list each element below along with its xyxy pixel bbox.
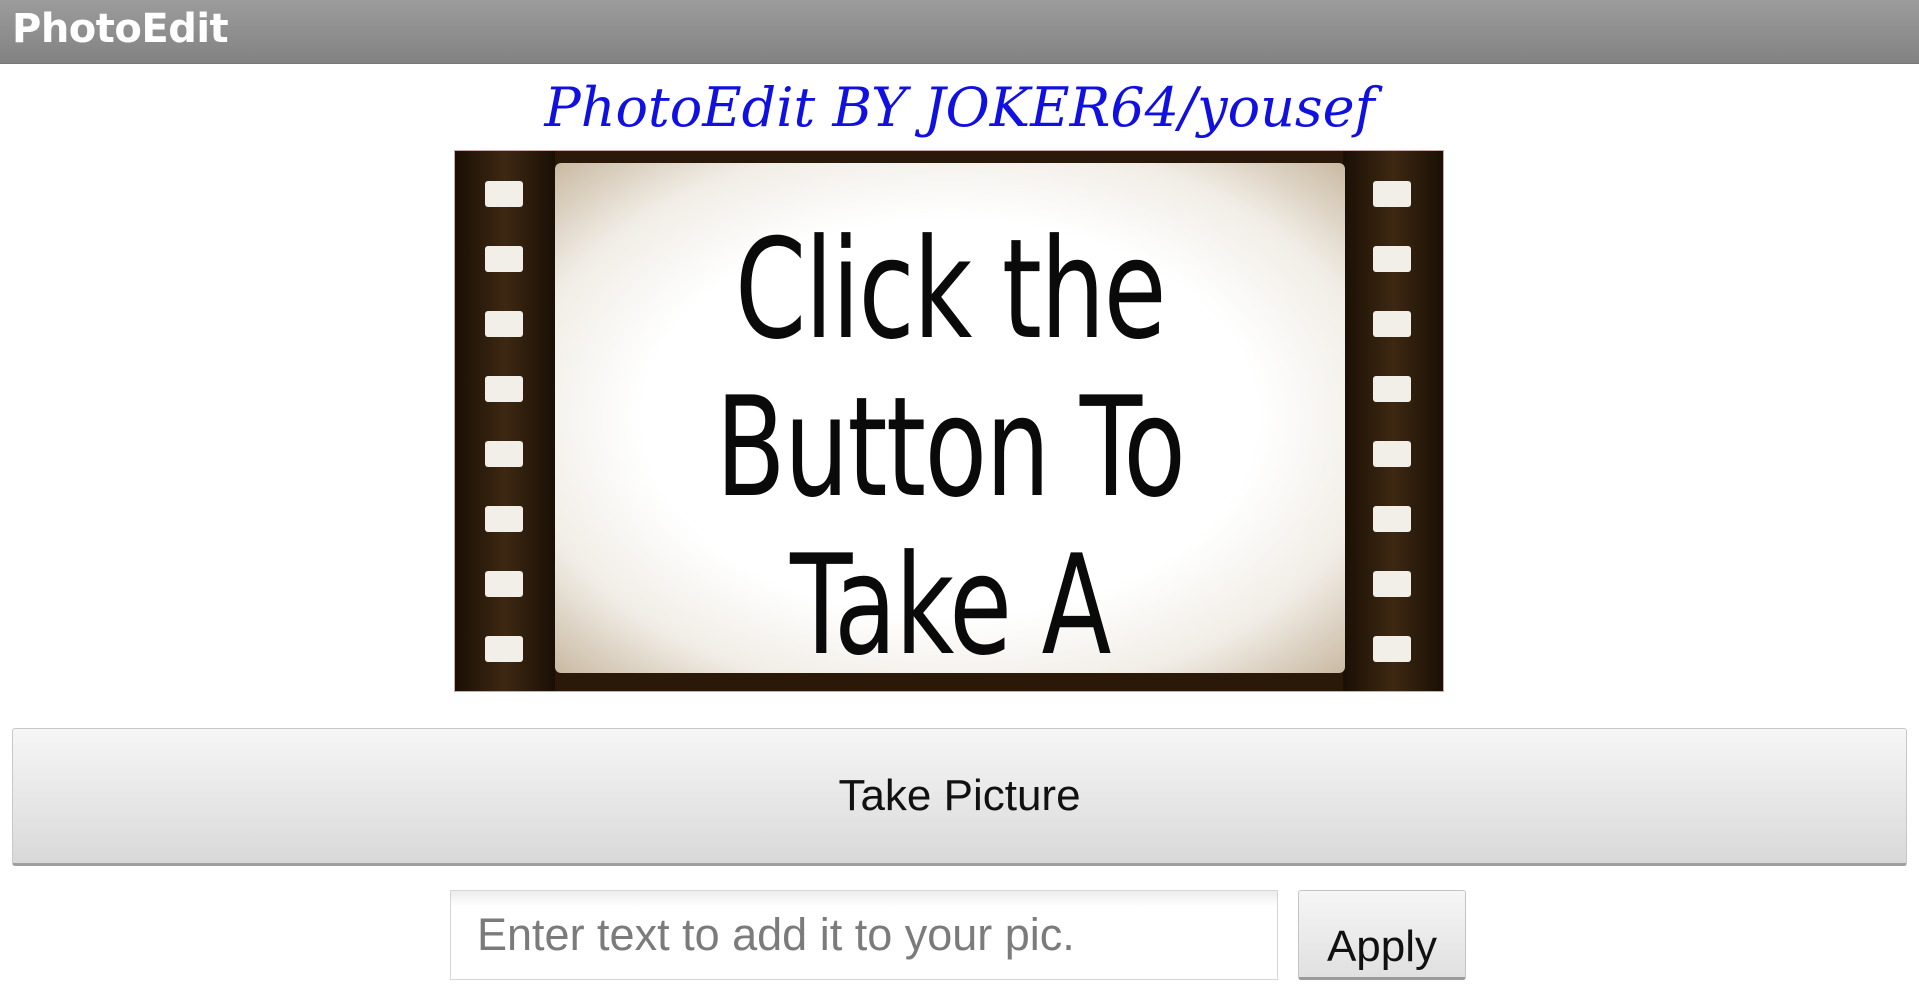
credit-heading: PhotoEdit BY JOKER64/yousef: [544, 76, 1375, 139]
placeholder-line-1: Click the: [734, 209, 1167, 370]
caption-text-input[interactable]: [450, 890, 1278, 980]
placeholder-line-2: Button To: [715, 367, 1186, 528]
title-bar: PhotoEdit: [0, 0, 1919, 64]
filmstrip-left: [455, 151, 555, 691]
app-title: PhotoEdit: [12, 6, 229, 52]
filmstrip-right: [1343, 151, 1443, 691]
photo-frame: Click the Button To Take A Picture: [555, 163, 1345, 691]
take-picture-button[interactable]: Take Picture: [12, 728, 1907, 866]
apply-button[interactable]: Apply: [1298, 890, 1466, 980]
photo-placeholder-text: Click the Button To Take A Picture: [658, 211, 1243, 692]
photo-preview[interactable]: Click the Button To Take A Picture: [454, 150, 1444, 692]
placeholder-line-3: Take A Picture: [780, 525, 1122, 692]
